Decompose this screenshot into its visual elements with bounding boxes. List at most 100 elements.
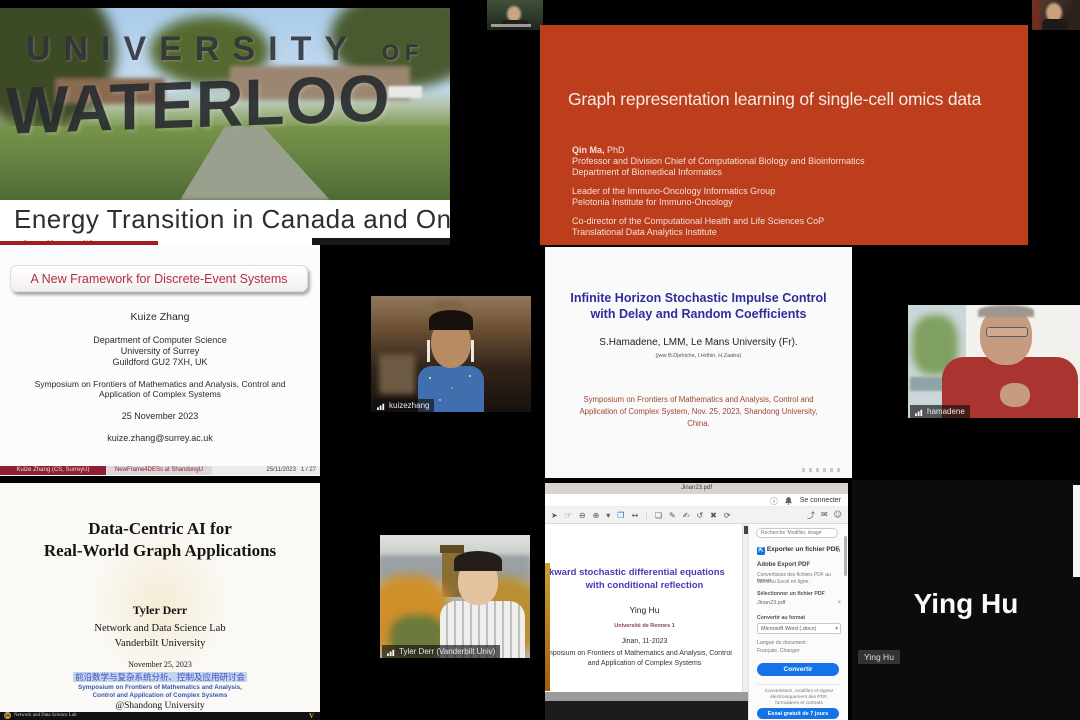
export-pdf-icon: ⇱ <box>757 547 765 555</box>
pdf-event-line1: mposium on Frontiers of Mathematics and … <box>547 650 742 657</box>
participant-hair <box>978 305 1034 317</box>
pdf-author: Ying Hu <box>547 605 742 615</box>
profile-icon[interactable]: ☺ <box>834 510 842 521</box>
pencil-icon[interactable]: ✎ <box>669 511 676 520</box>
slide-title: A New Framework for Discrete-Event Syste… <box>10 265 308 292</box>
language-value[interactable]: Français. Changer <box>757 648 841 654</box>
participant-hair <box>429 310 473 330</box>
sign-in-button[interactable]: Se connecter <box>800 497 841 504</box>
slide-footer-bar: DSNetwork and Data Science Lab V <box>0 712 320 720</box>
zoom-dropdown[interactable]: ▾ <box>606 511 610 520</box>
earphone-wire <box>471 340 474 362</box>
participant-display-name: Ying Hu <box>852 588 1080 620</box>
screenshare-waterloo-slide[interactable]: UNIVERSITY OF WATERLOO Energy Transition… <box>0 8 450 245</box>
pdf-event-line2: and Application of Complex Systems <box>547 660 742 667</box>
waterloo-sign-line2: WATERLOO <box>6 59 390 148</box>
participant-torso <box>1042 19 1068 30</box>
window-edge-artifact <box>545 563 550 691</box>
info-icon[interactable]: ⓘ <box>770 496 778 507</box>
tool-name: Adobe Export PDF <box>757 562 841 568</box>
sign-icon[interactable]: ✍ <box>683 511 690 520</box>
slide-title-line2: Real-World Graph Applications <box>0 541 320 561</box>
slide-author-strip: Claudia Cañizares <box>0 238 312 245</box>
beamer-footline: Kuize Zhang (CS, SurreyU) NewFrame4DESs … <box>0 466 320 475</box>
earphone-wire <box>427 340 430 362</box>
panel-scrollbar[interactable] <box>844 536 847 576</box>
slide-date: 25 November 2023 <box>0 411 320 421</box>
pdf-venue: Jinan, 11-2023 <box>547 638 742 645</box>
webcam-hamadene[interactable] <box>908 305 1080 418</box>
remove-file-icon[interactable]: × <box>837 599 841 606</box>
window-titlebar: Jinan23.pdf <box>545 483 848 494</box>
nds-lab-logo: DS <box>4 712 11 719</box>
participant-name-label: kuizezhang <box>372 399 434 412</box>
hand-tool-icon[interactable]: ☞ <box>565 511 572 520</box>
window-bottom <box>545 701 748 720</box>
format-label: Convertir au format <box>757 615 841 621</box>
screenshare-des-slide[interactable]: A New Framework for Discrete-Event Syste… <box>0 245 320 476</box>
participant-name-label: hamadene <box>910 405 970 418</box>
speaker-bio: Qin Ma, PhD Professor and Division Chief… <box>572 145 865 238</box>
participant-hand <box>1000 383 1030 407</box>
slide-title: Graph representation learning of single-… <box>568 89 981 110</box>
screenshare-impulse-slide[interactable]: Infinite Horizon Stochastic Impulse Cont… <box>545 247 852 478</box>
screenshare-acrobat-window[interactable]: Jinan23.pdf ⓘ Se connecter ➤ ☞ ⊖ ⊕ ▾ ❐ ↔… <box>545 483 848 720</box>
zoom-out-icon[interactable]: ⊖ <box>579 511 586 520</box>
strip-shadow <box>312 238 450 245</box>
page-gap <box>545 692 748 701</box>
participant-name-label: Ying Hu <box>858 650 900 664</box>
free-trial-button[interactable]: Essai gratuit de 7 jours <box>757 708 839 719</box>
slide-title-line1: Data-Centric AI for <box>0 519 320 539</box>
meeting-grid: UNIVERSITY OF WATERLOO Energy Transition… <box>0 0 1080 720</box>
select-tool-icon[interactable]: ➤ <box>551 511 558 520</box>
signal-bars-icon <box>915 408 924 416</box>
participant-hair <box>454 551 502 571</box>
format-dropdown[interactable]: Microsoft Word (.docx) ▾ <box>757 623 841 634</box>
window-edge-artifact <box>1073 485 1080 577</box>
pdf-page: kward stochastic differential equations … <box>547 524 742 692</box>
collapse-chevron-icon[interactable]: ∧ <box>836 546 841 554</box>
pdf-title-line1: kward stochastic differential equations <box>549 567 742 578</box>
delete-icon[interactable]: ✖ <box>710 511 717 520</box>
acrobat-toolbar: ➤ ☞ ⊖ ⊕ ▾ ❐ ↔ | ❏ ✎ ✍ ↺ ✖ ⟳ ⤴ ✉ ☺ <box>545 507 848 524</box>
mini-webcam-top-center[interactable] <box>487 0 543 30</box>
fit-width-icon[interactable]: ↔ <box>631 511 638 520</box>
email-icon[interactable]: ✉ <box>821 510 828 521</box>
webcam-yinghu-off[interactable]: Ying Hu Ying Hu <box>852 480 1080 720</box>
background-detail <box>1032 0 1040 30</box>
slide-title: Energy Transition in Canada and Ontario <box>0 200 450 238</box>
background-door <box>379 354 415 394</box>
rotate-icon[interactable]: ↺ <box>696 511 703 520</box>
bell-icon[interactable] <box>785 497 792 505</box>
mini-webcam-top-right[interactable] <box>1032 0 1080 30</box>
webcam-tyler-derr[interactable] <box>380 535 530 658</box>
slide-title-line1: Infinite Horizon Stochastic Impulse Cont… <box>545 291 852 305</box>
glasses <box>986 327 1028 337</box>
page-thumbnail-icon[interactable]: ❐ <box>617 511 624 520</box>
signal-bars-icon <box>377 402 386 410</box>
select-file-label: Sélectionner un fichier PDF <box>757 591 841 597</box>
slide-email: kuize.zhang@surrey.ac.uk <box>0 433 320 443</box>
slide-author: S.Hamadene, LMM, Le Mans University (Fr)… <box>545 337 852 348</box>
panel-divider <box>757 684 841 686</box>
share-icon[interactable]: ⤴ <box>807 510 815 521</box>
screenshare-datacentric-slide[interactable]: Data-Centric AI for Real-World Graph App… <box>0 483 320 720</box>
tower-top <box>440 545 464 553</box>
bus <box>388 86 422 98</box>
slide-date: November 25, 2023 <box>0 660 320 669</box>
pdf-title-line2: with conditional reflection <box>547 580 742 591</box>
comment-icon[interactable]: ❏ <box>655 511 662 520</box>
export-pdf-section[interactable]: ⇱ Exporter un fichier PDF ∧ <box>757 546 841 555</box>
convert-button[interactable]: Convertir <box>757 663 839 676</box>
zoom-in-icon[interactable]: ⊕ <box>593 511 600 520</box>
screenshare-omics-slide[interactable]: Graph representation learning of single-… <box>540 25 1028 245</box>
slide-author: Tyler Derr <box>0 603 320 618</box>
caption-sliver <box>491 24 531 27</box>
joint-work-note: (jww B.Djehiche, I.Hdhiri, H.Zaatra) <box>545 353 852 359</box>
tools-search-input[interactable] <box>756 528 838 538</box>
beamer-nav-icons <box>802 468 844 472</box>
refresh-icon[interactable]: ⟳ <box>724 511 731 520</box>
vanderbilt-logo: V <box>309 712 314 720</box>
webcam-kuizezhang[interactable] <box>371 296 531 412</box>
chevron-down-icon: ▾ <box>835 624 838 635</box>
